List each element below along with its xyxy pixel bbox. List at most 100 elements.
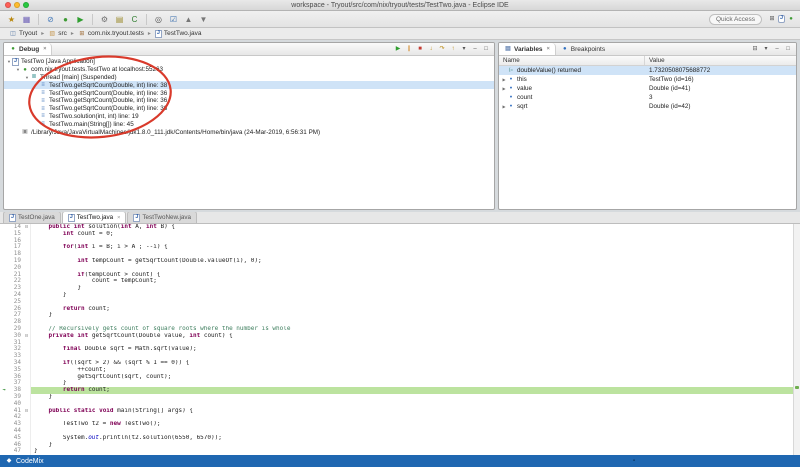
tab-variables[interactable]: ▤ Variables × xyxy=(499,43,556,55)
code-line[interactable]: 30 ⊟ private int getSqrtCount(Double valu… xyxy=(0,332,793,340)
code-line[interactable]: 32 final Double sqrt = Math.sqrt(value); xyxy=(0,346,793,354)
code-line[interactable]: 21 if(tempCount > count) { xyxy=(0,271,793,279)
editor-tab-testtwo-java[interactable]: J TestTwo.java × xyxy=(61,211,127,223)
java-perspective-icon[interactable]: J xyxy=(778,15,785,23)
code-line[interactable]: 42 xyxy=(0,414,793,422)
editor-tab-testone-java[interactable]: J TestOne.java xyxy=(3,211,61,223)
column-header-value[interactable]: Value xyxy=(645,56,796,65)
debug-perspective-icon[interactable]: ● xyxy=(787,13,795,26)
debug-tree-row[interactable]: ≡ TestTwo.solution(int, int) line: 19 xyxy=(4,113,494,121)
code-line[interactable]: 45 System.out.println(t2.solution(6550, … xyxy=(0,434,793,442)
open-perspective-icon[interactable]: ⊞ xyxy=(768,13,776,26)
step-return-icon[interactable]: ↑ xyxy=(449,46,457,52)
code-line[interactable]: 17 for(int i = B; i > A ; --i) { xyxy=(0,244,793,252)
code-line[interactable]: 47} xyxy=(0,447,793,455)
code-line[interactable]: 37 } xyxy=(0,380,793,388)
breadcrumb-item[interactable]: J TestTwo.java xyxy=(152,29,205,38)
fold-marker-icon[interactable]: ⊟ xyxy=(23,224,31,231)
code-line[interactable]: 34 if((sqrt > 2) && (sqrt % 1 == 0)) { xyxy=(0,359,793,367)
prev-annotation-icon[interactable]: ▲ xyxy=(182,13,195,26)
code-line[interactable]: 24 } xyxy=(0,291,793,299)
new-class-icon[interactable]: C xyxy=(128,13,141,26)
view-menu-icon[interactable]: ▾ xyxy=(460,46,468,52)
save-icon[interactable]: ▦ xyxy=(20,13,33,26)
debug-tree-row[interactable]: ≡ TestTwo.getSqrtCount(Double, int) line:… xyxy=(4,81,494,90)
maximize-icon[interactable]: □ xyxy=(784,46,792,52)
step-over-icon[interactable]: ↷ xyxy=(438,46,446,52)
code-line[interactable]: 43 TestTwo t2 = new TestTwo(); xyxy=(0,420,793,428)
quick-access-button[interactable]: Quick Access xyxy=(708,13,762,25)
step-into-icon[interactable]: ↓ xyxy=(427,46,435,52)
code-line[interactable]: 35 ++count; xyxy=(0,366,793,374)
tab-breakpoints[interactable]: ● Breakpoints xyxy=(556,43,610,55)
variable-row[interactable]: ● count 3 xyxy=(499,93,796,102)
close-icon[interactable]: × xyxy=(43,46,46,52)
debug-tree-row[interactable]: ▣/Library/Java/JavaVirtualMachines/jdk1.… xyxy=(4,128,494,136)
code-line[interactable]: 28 xyxy=(0,318,793,326)
code-line[interactable]: 16 xyxy=(0,237,793,245)
code-line[interactable]: 18 xyxy=(0,250,793,258)
code-line[interactable]: 29 // Recursively gets count of square r… xyxy=(0,325,793,333)
collapse-all-icon[interactable]: ⊟ xyxy=(751,46,759,52)
debug-tree-row[interactable]: ▼ ● com.nix.tryout.tests.TestTwo at localh… xyxy=(4,66,494,74)
debug-tree-row[interactable]: ▼ J TestTwo [Java Application] xyxy=(4,58,494,66)
fold-marker-icon[interactable]: ⊟ xyxy=(23,332,31,340)
code-line[interactable]: 20 xyxy=(0,264,793,272)
code-editor[interactable]: 14 ⊟ public int solution(int A, int B) {1… xyxy=(0,224,800,455)
current-line-marker[interactable] xyxy=(795,386,799,389)
run-icon[interactable]: ▶ xyxy=(74,13,87,26)
tab-debug[interactable]: ● Debug × xyxy=(4,43,53,55)
code-line[interactable]: 15 int count = 0; xyxy=(0,230,793,238)
code-line[interactable]: 44 xyxy=(0,427,793,435)
code-line[interactable]: 27 } xyxy=(0,312,793,320)
resume-icon[interactable]: ▶ xyxy=(394,46,402,52)
debug-tree-row[interactable]: ≡ TestTwo.getSqrtCount(Double, int) line:… xyxy=(4,97,494,105)
maximize-icon[interactable]: □ xyxy=(482,46,490,52)
skip-breakpoints-icon[interactable]: ⊘ xyxy=(44,13,57,26)
suspend-icon[interactable]: ∥ xyxy=(405,46,413,52)
code-line[interactable]: 40 xyxy=(0,400,793,408)
code-line[interactable]: 23 } xyxy=(0,284,793,292)
breadcrumb-item[interactable]: ⊞ com.nix.tryout.tests xyxy=(75,30,147,37)
debug-tree-row[interactable]: ≡ TestTwo.getSqrtCount(Double, int) line:… xyxy=(4,89,494,97)
external-tools-icon[interactable]: ⚙ xyxy=(98,13,111,26)
code-line[interactable]: 36 getSqrtCount(sqrt, count); xyxy=(0,373,793,381)
code-line[interactable]: 39 } xyxy=(0,393,793,401)
overview-ruler[interactable] xyxy=(793,224,800,455)
breadcrumb-item[interactable]: ◫ Tryout xyxy=(6,30,40,37)
terminate-icon[interactable]: ■ xyxy=(416,46,424,52)
breadcrumb-item[interactable]: ▧ src xyxy=(45,30,70,37)
status-icon[interactable]: ▪ xyxy=(633,458,635,464)
variable-row[interactable]: ▶ ● sqrt Double (id=42) xyxy=(499,102,796,111)
task-icon[interactable]: ☑ xyxy=(167,13,180,26)
variable-row[interactable]: (= doubleValue() returned 1.73205080756887… xyxy=(499,66,796,75)
view-menu-icon[interactable]: ▾ xyxy=(762,46,770,52)
coverage-icon[interactable]: ▤ xyxy=(113,13,126,26)
variable-row[interactable]: ▶ ● this TestTwo (id=16) xyxy=(499,75,796,84)
fold-marker-icon[interactable]: ⊟ xyxy=(23,407,31,415)
editor-tab-testtwonew-java[interactable]: J TestTwoNew.java xyxy=(127,211,198,223)
minimize-icon[interactable]: – xyxy=(471,46,479,52)
close-window-button[interactable] xyxy=(5,2,11,8)
close-icon[interactable]: × xyxy=(117,215,120,221)
code-line[interactable]: 41 ⊟ public static void main(String[] arg… xyxy=(0,407,793,415)
debug-tree-row[interactable]: ≡ TestTwo.getSqrtCount(Double, int) line:… xyxy=(4,105,494,113)
debug-icon[interactable]: ● xyxy=(59,13,72,26)
next-annotation-icon[interactable]: ▼ xyxy=(197,13,210,26)
column-header-name[interactable]: Name xyxy=(499,56,645,65)
new-wizard-icon[interactable]: ★ xyxy=(5,13,18,26)
code-line[interactable]: 31 xyxy=(0,339,793,347)
code-line[interactable]: 19 int tempCount = getSqrtCount(Double.v… xyxy=(0,257,793,265)
debug-tree-row[interactable]: ≡ TestTwo.main(String[]) line: 45 xyxy=(4,120,494,128)
close-icon[interactable]: × xyxy=(547,46,550,52)
code-line[interactable]: 25 xyxy=(0,298,793,306)
minimize-window-button[interactable] xyxy=(14,2,20,8)
variable-row[interactable]: ▶ ● value Double (id=41) xyxy=(499,84,796,93)
search-icon[interactable]: ◎ xyxy=(152,13,165,26)
minimize-icon[interactable]: – xyxy=(773,46,781,52)
code-line[interactable]: 14 ⊟ public int solution(int A, int B) { xyxy=(0,224,793,231)
code-line[interactable]: 26 return count; xyxy=(0,305,793,313)
code-line[interactable]: 46 } xyxy=(0,441,793,449)
code-line[interactable]: → 38 return count; xyxy=(0,386,793,394)
debug-tree-row[interactable]: ▼ ≣ Thread [main] (Suspended) xyxy=(4,74,494,82)
